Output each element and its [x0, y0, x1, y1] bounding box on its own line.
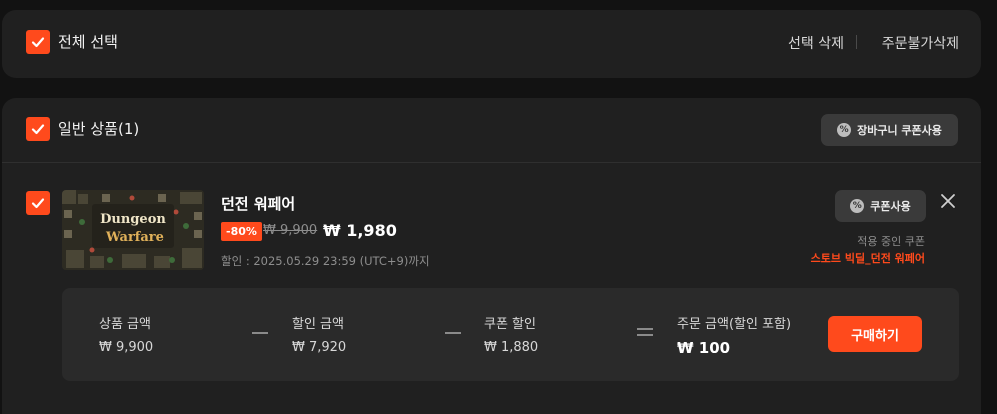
- buy-button[interactable]: 구매하기: [828, 316, 922, 352]
- remove-item-button[interactable]: [937, 190, 959, 212]
- divider: [2, 162, 981, 163]
- close-icon: [941, 194, 955, 208]
- divider: [856, 35, 857, 49]
- sale-period: 할인 : 2025.05.29 23:59 (UTC+9)까지: [221, 254, 430, 268]
- cart-coupon-button[interactable]: % 장바구니 쿠폰사용: [821, 114, 958, 146]
- discount-amount-label: 할인 금액: [292, 317, 344, 332]
- delete-unavailable-button[interactable]: 주문불가삭제: [882, 33, 959, 53]
- order-amount-label: 주문 금액(할인 포함): [677, 317, 792, 332]
- equals-icon: [637, 326, 653, 338]
- check-icon: [31, 124, 45, 135]
- delete-selected-button[interactable]: 선택 삭제: [788, 33, 844, 53]
- cart-group-panel: 일반 상품(1) % 장바구니 쿠폰사용 Dungeon Warfare 던전 …: [2, 98, 981, 414]
- minus-icon: [445, 332, 461, 334]
- original-price: ₩ 9,900: [263, 223, 318, 238]
- select-all-bar: 전체 선택 선택 삭제 주문불가삭제: [2, 10, 981, 78]
- discount-badge: -80%: [221, 222, 262, 241]
- price-summary: 상품 금액 ₩ 9,900 할인 금액 ₩ 7,920 쿠폰 할인 ₩ 1,88…: [62, 288, 959, 381]
- discount-amount: ₩ 7,920: [292, 340, 347, 355]
- check-icon: [31, 198, 45, 209]
- dungeon-map-image: Dungeon Warfare: [62, 190, 204, 270]
- item-coupon-button-label: 쿠폰사용: [870, 200, 911, 213]
- sale-price: ₩ 1,980: [323, 221, 397, 240]
- thumbnail-title-line2: Warfare: [105, 230, 164, 245]
- applied-coupon-name: 스토브 빅딜_던전 워페어: [810, 252, 925, 265]
- select-all-checkbox[interactable]: [26, 30, 50, 54]
- group-label: 일반 상품(1): [58, 120, 140, 138]
- product-amount: ₩ 9,900: [99, 340, 154, 355]
- product-amount-label: 상품 금액: [99, 317, 151, 332]
- cart-coupon-button-label: 장바구니 쿠폰사용: [857, 124, 942, 137]
- thumbnail-title-line1: Dungeon: [100, 212, 166, 227]
- product-name[interactable]: 던전 워페어: [221, 193, 295, 214]
- group-checkbox[interactable]: [26, 117, 50, 141]
- coupon-icon: %: [850, 199, 865, 213]
- order-amount: ₩ 100: [677, 339, 731, 357]
- coupon-discount-label: 쿠폰 할인: [484, 317, 536, 332]
- item-coupon-button[interactable]: % 쿠폰사용: [835, 190, 926, 222]
- check-icon: [31, 37, 45, 48]
- select-all-label: 전체 선택: [58, 33, 118, 51]
- item-checkbox[interactable]: [26, 191, 50, 215]
- product-thumbnail[interactable]: Dungeon Warfare: [62, 190, 204, 270]
- coupon-icon: %: [837, 123, 852, 137]
- applied-coupon-label: 적용 중인 쿠폰: [857, 235, 925, 248]
- coupon-discount: ₩ 1,880: [484, 340, 539, 355]
- minus-icon: [252, 332, 268, 334]
